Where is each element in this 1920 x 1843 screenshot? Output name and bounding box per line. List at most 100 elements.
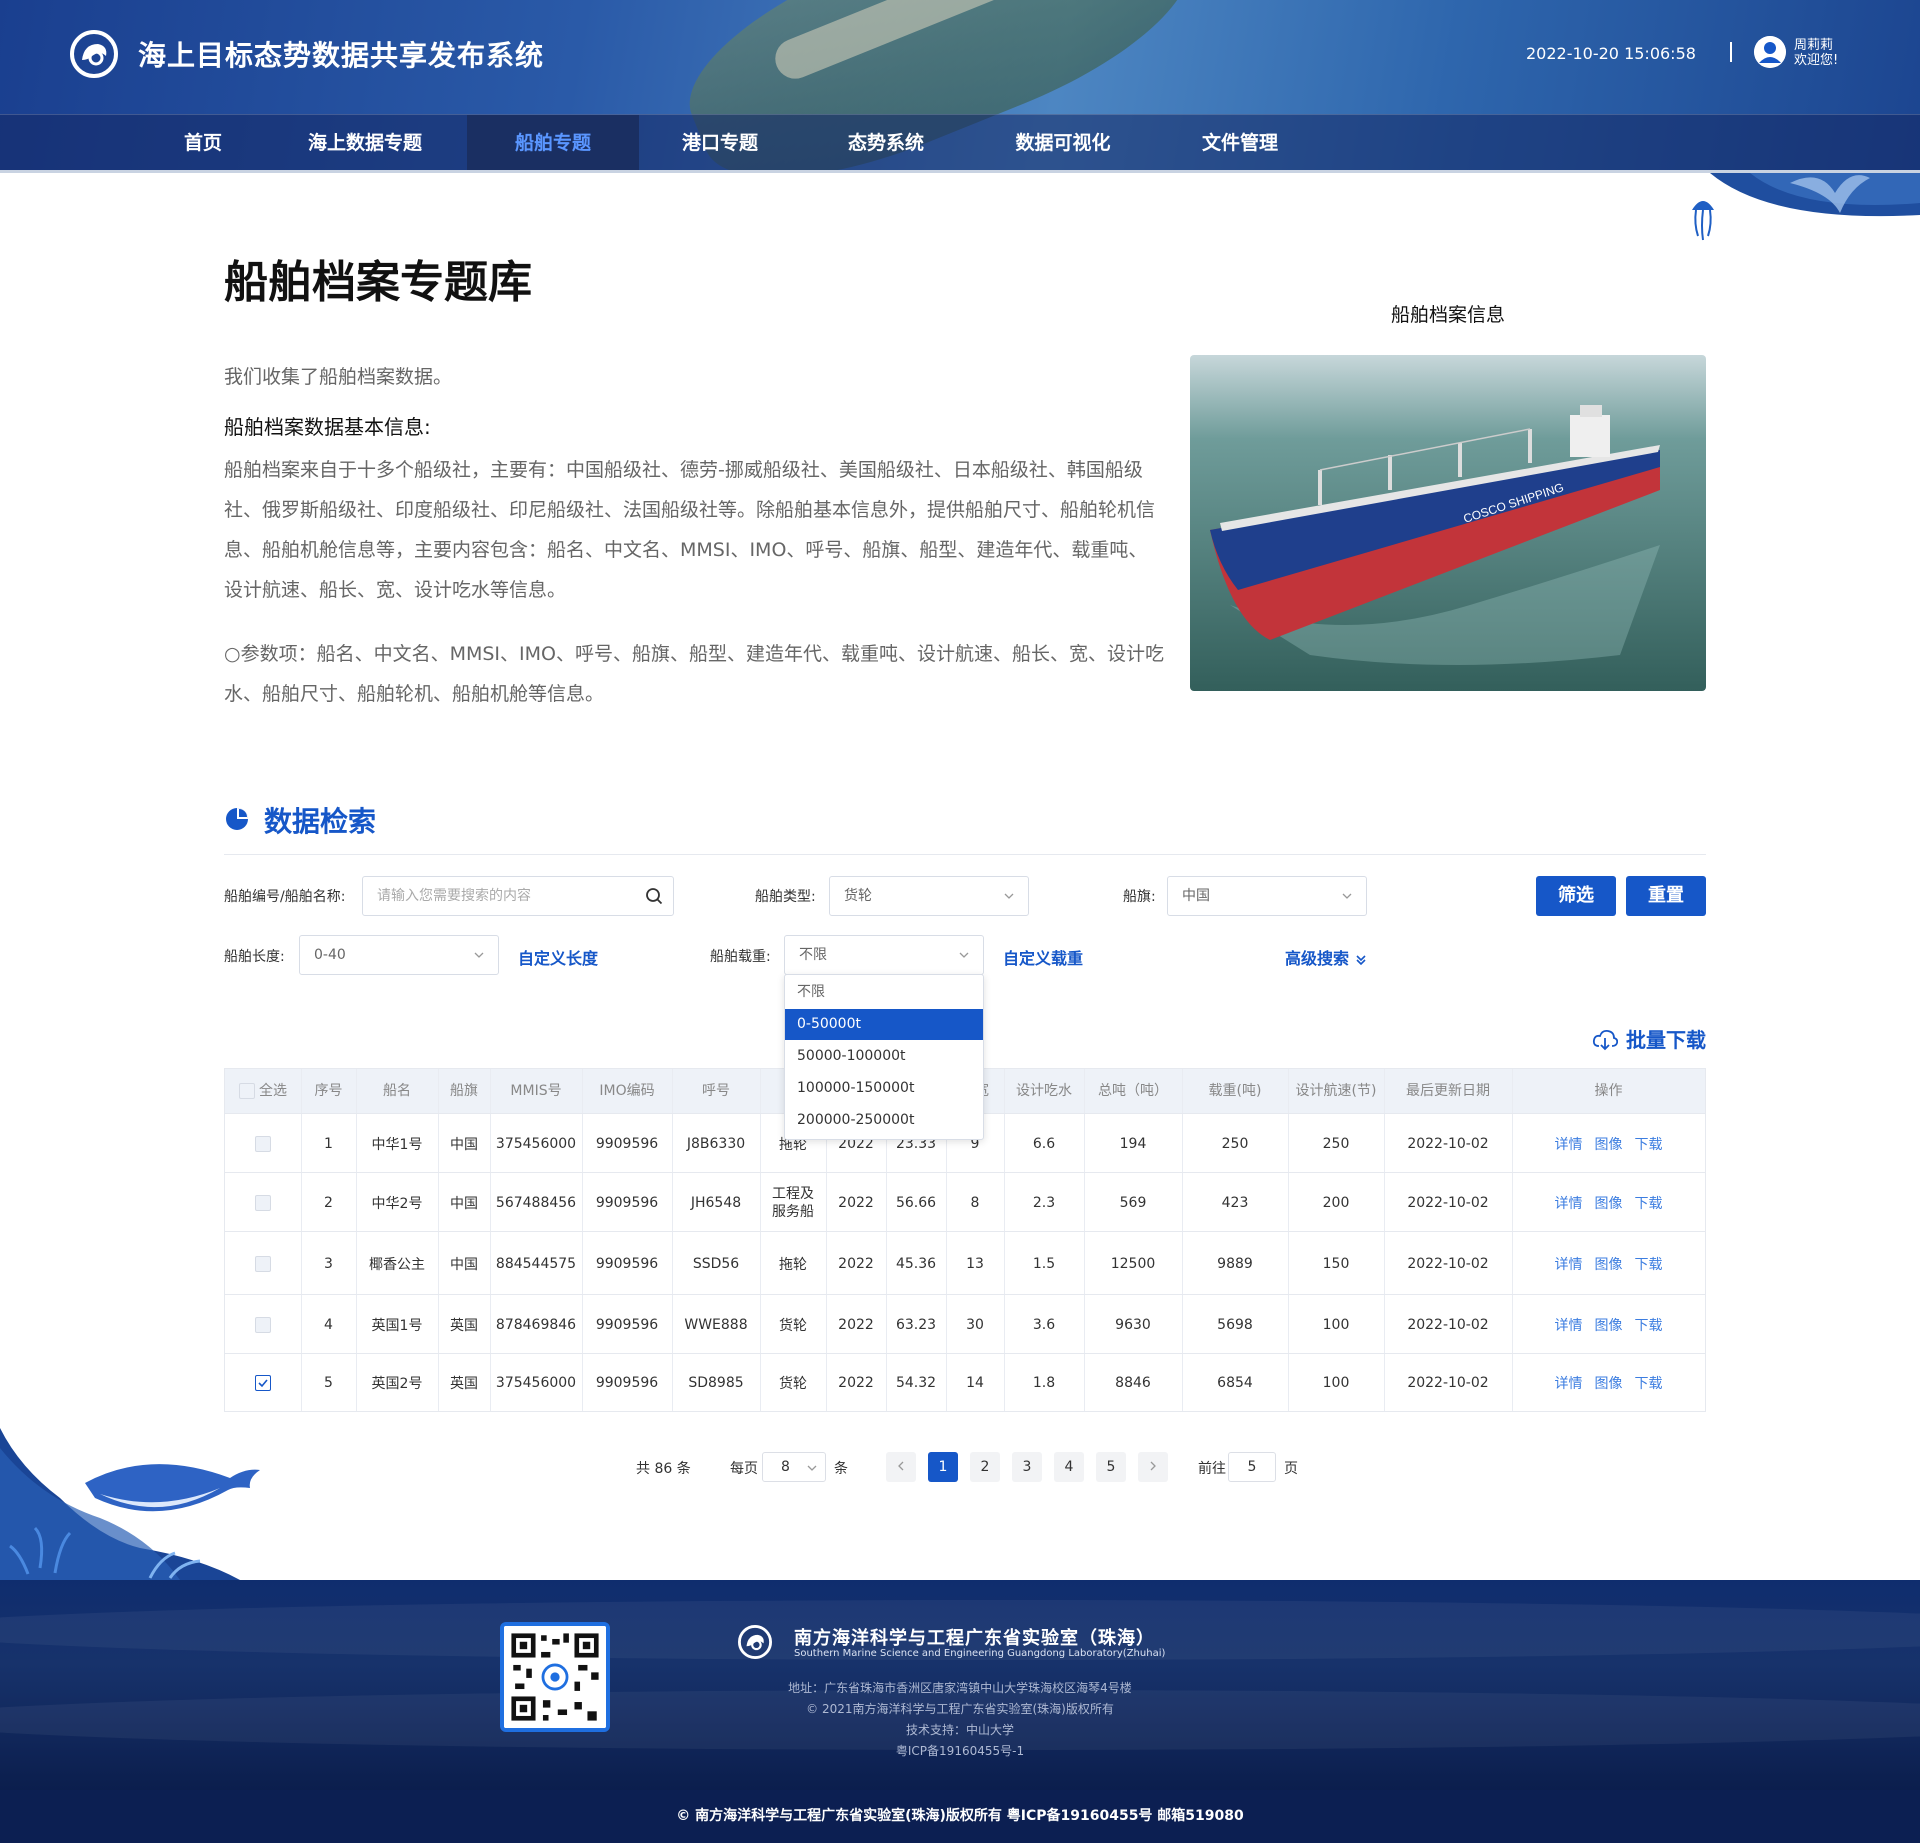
dropdown-option[interactable]: 50000-100000t: [785, 1041, 983, 1072]
section-divider: [224, 854, 1706, 855]
detail-link[interactable]: 详情: [1555, 1373, 1583, 1393]
nav-item-file-management[interactable]: 文件管理: [1168, 115, 1312, 171]
cell-actions: 详情 图像 下载: [1512, 1232, 1705, 1295]
dropdown-option[interactable]: 不限: [785, 977, 983, 1008]
table-row[interactable]: 4 英国1号 英国 878469846 9909596 WWE888 货轮 20…: [225, 1294, 1705, 1353]
page-button[interactable]: 4: [1054, 1452, 1084, 1482]
cell-callsign: SSD56: [692, 1255, 740, 1272]
cell-mmsi: 375456000: [495, 1135, 577, 1152]
nav-item-home[interactable]: 首页: [148, 115, 258, 171]
cell-draft: 2.3: [1032, 1194, 1056, 1211]
cell-callsign: SD8985: [688, 1375, 744, 1391]
custom-length-link[interactable]: 自定义长度: [518, 945, 598, 969]
nav-item-situation-system[interactable]: 态势系统: [816, 115, 956, 171]
cell-ship-width: 14: [966, 1375, 984, 1391]
select-all-header[interactable]: 全选: [225, 1069, 301, 1113]
footer-icp[interactable]: 粤ICP备19160455号-1: [680, 1742, 1240, 1759]
cell-update-date: 2022-10-02: [1407, 1255, 1489, 1272]
batch-download-button[interactable]: 批量下载: [1592, 1025, 1706, 1055]
intro-text: 我们收集了船舶档案数据。: [224, 366, 453, 388]
per-page-select[interactable]: 8: [762, 1452, 826, 1482]
double-chevron-down-icon: [1356, 954, 1366, 965]
nav-item-ship-topic[interactable]: 船舶专题: [467, 115, 639, 171]
row-checkbox[interactable]: [255, 1135, 271, 1152]
cell-gross-tonnage: 12500: [1110, 1255, 1156, 1272]
th-imo: IMO编码: [599, 1083, 655, 1099]
user-avatar-icon[interactable]: [1754, 36, 1786, 68]
page-button-current[interactable]: 1: [928, 1452, 958, 1482]
image-link[interactable]: 图像: [1595, 1254, 1623, 1274]
cell-update-date: 2022-10-02: [1407, 1316, 1489, 1333]
cell-deadweight: 6854: [1217, 1375, 1253, 1391]
detail-link[interactable]: 详情: [1555, 1134, 1583, 1154]
row-checkbox[interactable]: [255, 1316, 271, 1333]
reset-button[interactable]: 重置: [1626, 876, 1706, 916]
nav-item-data-visualization[interactable]: 数据可视化: [988, 115, 1138, 171]
dropdown-option-selected[interactable]: 0-50000t: [785, 1009, 983, 1040]
flag-select[interactable]: 中国: [1167, 876, 1367, 916]
nav-bottom-border: [0, 170, 1920, 173]
cell-no: 1: [324, 1135, 333, 1152]
custom-weight-link[interactable]: 自定义载重: [1003, 945, 1083, 969]
logo-icon[interactable]: [70, 30, 118, 78]
cell-ship-length: 45.36: [895, 1255, 937, 1272]
ship-type-select[interactable]: 货轮: [829, 876, 1029, 916]
advanced-search-label: 高级搜索: [1285, 949, 1350, 968]
table-row[interactable]: 5 英国2号 英国 375456000 9909596 SD8985 货轮 20…: [225, 1353, 1705, 1411]
page-button[interactable]: 5: [1096, 1452, 1126, 1482]
cell-update-date: 2022-10-02: [1407, 1375, 1489, 1391]
cell-draft: 1.5: [1032, 1255, 1056, 1272]
table-row[interactable]: 2 中华2号 中国 567488456 9909596 JH6548 工程及服务…: [225, 1172, 1705, 1231]
table-row[interactable]: 3 椰香公主 中国 884544575 9909596 SSD56 拖轮 202…: [225, 1231, 1705, 1294]
dropdown-option[interactable]: 100000-150000t: [785, 1073, 983, 1104]
user-name[interactable]: 周莉莉: [1794, 38, 1833, 53]
chevron-down-icon: [1342, 893, 1352, 899]
th-no: 序号: [314, 1083, 343, 1099]
download-link[interactable]: 下载: [1635, 1254, 1663, 1274]
cell-ship-width: 30: [966, 1316, 984, 1333]
ship-length-label: 船舶长度:: [224, 949, 285, 965]
row-checkbox[interactable]: [255, 1194, 271, 1211]
detail-link[interactable]: 详情: [1555, 1315, 1583, 1335]
prev-page-button[interactable]: [886, 1452, 916, 1482]
page-button[interactable]: 3: [1012, 1452, 1042, 1482]
download-link[interactable]: 下载: [1635, 1134, 1663, 1154]
footer-org-name-en: Southern Marine Science and Engineering …: [794, 1648, 1166, 1659]
image-link[interactable]: 图像: [1595, 1134, 1623, 1154]
dropdown-option[interactable]: 200000-250000t: [785, 1105, 983, 1136]
advanced-search-link[interactable]: 高级搜索: [1285, 945, 1367, 969]
goto-page-input[interactable]: 5: [1228, 1452, 1276, 1482]
download-link[interactable]: 下载: [1635, 1373, 1663, 1393]
ship-length-select[interactable]: 0-40: [299, 935, 499, 975]
search-icon[interactable]: [645, 887, 663, 905]
nav-item-port-topic[interactable]: 港口专题: [650, 115, 790, 171]
goto-label: 前往: [1198, 1461, 1226, 1477]
image-link[interactable]: 图像: [1595, 1193, 1623, 1213]
footer-copyright: © 2021南方海洋科学与工程广东省实验室(珠海)版权所有: [806, 1702, 1114, 1716]
ship-name-input[interactable]: 请输入您需要搜索的内容: [362, 876, 674, 916]
ship-weight-select[interactable]: 不限: [784, 935, 984, 975]
row-checkbox-checked[interactable]: [255, 1375, 271, 1391]
flag-value: 中国: [1182, 888, 1210, 904]
goto-unit: 页: [1284, 1461, 1298, 1477]
nav-item-marine-data[interactable]: 海上数据专题: [290, 115, 440, 171]
cell-imo: 9909596: [595, 1255, 659, 1272]
ship-image: COSCO SHIPPING: [1190, 355, 1706, 691]
cell-build-year: 2022: [838, 1316, 874, 1333]
image-link[interactable]: 图像: [1595, 1373, 1623, 1393]
system-title: 海上目标态势数据共享发布系统: [138, 39, 545, 72]
filter-button[interactable]: 筛选: [1536, 876, 1616, 916]
next-page-button[interactable]: [1138, 1452, 1168, 1482]
cell-callsign: J8B6330: [686, 1135, 746, 1152]
download-link[interactable]: 下载: [1635, 1315, 1663, 1335]
section-title: 数据检索: [264, 805, 377, 838]
select-all-checkbox[interactable]: [239, 1083, 255, 1099]
qr-code-icon[interactable]: [500, 1622, 610, 1732]
detail-link[interactable]: 详情: [1555, 1193, 1583, 1213]
row-checkbox[interactable]: [255, 1255, 271, 1272]
cell-update-date: 2022-10-02: [1407, 1194, 1489, 1211]
detail-link[interactable]: 详情: [1555, 1254, 1583, 1274]
download-link[interactable]: 下载: [1635, 1193, 1663, 1213]
page-button[interactable]: 2: [970, 1452, 1000, 1482]
image-link[interactable]: 图像: [1595, 1315, 1623, 1335]
